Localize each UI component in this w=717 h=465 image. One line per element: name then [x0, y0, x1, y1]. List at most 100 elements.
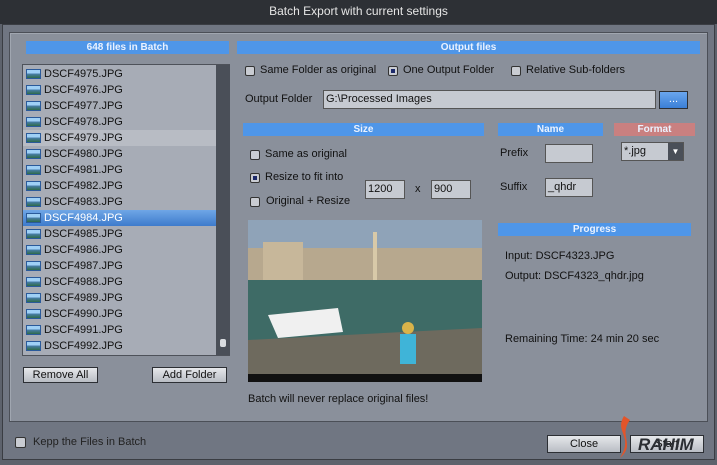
file-list-item[interactable]: DSCF4980.JPG	[23, 146, 216, 162]
preview-photo	[248, 220, 482, 382]
file-list-item[interactable]: DSCF4992.JPG	[23, 338, 216, 354]
file-list-item[interactable]: DSCF4989.JPG	[23, 290, 216, 306]
file-name: DSCF4985.JPG	[44, 228, 123, 240]
same-folder-checkbox[interactable]	[245, 66, 255, 76]
resize-fit-radio[interactable]	[250, 173, 260, 183]
file-list-item[interactable]: DSCF4990.JPG	[23, 306, 216, 322]
file-name: DSCF4978.JPG	[44, 116, 123, 128]
title-bar: Batch Export with current settings	[0, 0, 717, 24]
resize-fit-label: Resize to fit into	[265, 171, 344, 183]
image-file-icon	[26, 149, 41, 159]
one-folder-label: One Output Folder	[403, 64, 495, 76]
file-name: DSCF4988.JPG	[44, 276, 123, 288]
file-name: DSCF4977.JPG	[44, 100, 123, 112]
same-as-original-checkbox[interactable]	[250, 150, 260, 160]
image-file-icon	[26, 277, 41, 287]
output-header: Output files	[237, 41, 700, 54]
close-button[interactable]: Close	[547, 435, 621, 453]
file-name: DSCF4975.JPG	[44, 68, 123, 80]
format-value: *.jpg	[624, 145, 647, 157]
image-file-icon	[26, 293, 41, 303]
file-name: DSCF4981.JPG	[44, 164, 123, 176]
scrollbar[interactable]	[216, 65, 230, 355]
chevron-down-icon[interactable]: ▼	[668, 143, 683, 160]
file-list-item[interactable]: DSCF4975.JPG	[23, 66, 216, 82]
output-folder-input[interactable]: G:\Processed Images	[323, 90, 656, 109]
file-name: DSCF4987.JPG	[44, 260, 123, 272]
format-select[interactable]: *.jpg ▼	[621, 142, 684, 161]
size-header: Size	[243, 123, 484, 136]
file-list-item[interactable]: DSCF4977.JPG	[23, 98, 216, 114]
image-file-icon	[26, 181, 41, 191]
image-file-icon	[26, 197, 41, 207]
file-name: DSCF4979.JPG	[44, 132, 123, 144]
progress-output: Output: DSCF4323_qhdr.jpg	[505, 270, 644, 282]
progress-input: Input: DSCF4323.JPG	[505, 250, 615, 262]
remaining-time: Remaining Time: 24 min 20 sec	[505, 333, 660, 345]
file-list-item[interactable]: DSCF4981.JPG	[23, 162, 216, 178]
file-name: DSCF4986.JPG	[44, 244, 123, 256]
svg-text:RAHIM: RAHIM	[638, 435, 695, 454]
image-file-icon	[26, 261, 41, 271]
remove-all-button[interactable]: Remove All	[23, 367, 98, 383]
file-list[interactable]: DSCF4975.JPG DSCF4976.JPG DSCF4977.JPG DSCF…	[22, 64, 230, 356]
image-file-icon	[26, 325, 41, 335]
width-input[interactable]: 1200	[365, 180, 405, 199]
image-file-icon	[26, 101, 41, 111]
image-file-icon	[26, 117, 41, 127]
relative-subfolders-checkbox[interactable]	[511, 66, 521, 76]
file-name: DSCF4980.JPG	[44, 148, 123, 160]
file-list-item[interactable]: DSCF4987.JPG	[23, 258, 216, 274]
notice-text: Batch will never replace original files!	[248, 393, 429, 405]
file-list-item[interactable]: DSCF4978.JPG	[23, 114, 216, 130]
image-file-icon	[26, 85, 41, 95]
prefix-label: Prefix	[500, 147, 529, 159]
one-folder-radio[interactable]	[388, 66, 398, 76]
file-list-item[interactable]: DSCF4976.JPG	[23, 82, 216, 98]
batch-header: 648 files in Batch	[26, 41, 229, 54]
file-list-item[interactable]: DSCF4979.JPG	[23, 130, 216, 146]
name-header: Name	[498, 123, 603, 136]
watermark-logo: RAHIM	[612, 414, 717, 462]
file-name: DSCF4983.JPG	[44, 196, 123, 208]
file-list-item[interactable]: DSCF4985.JPG	[23, 226, 216, 242]
suffix-label: Suffix	[500, 181, 528, 193]
image-file-icon	[26, 229, 41, 239]
scrollbar-thumb[interactable]	[220, 339, 226, 347]
same-as-original-label: Same as original	[265, 148, 347, 160]
file-list-item[interactable]: DSCF4984.JPG	[23, 210, 216, 226]
output-folder-label: Output Folder	[245, 93, 313, 105]
file-list-item[interactable]: DSCF4988.JPG	[23, 274, 216, 290]
keep-files-checkbox[interactable]	[15, 437, 26, 448]
image-file-icon	[26, 309, 41, 319]
file-name: DSCF4991.JPG	[44, 324, 123, 336]
file-list-item[interactable]: DSCF4991.JPG	[23, 322, 216, 338]
original-resize-checkbox[interactable]	[250, 197, 260, 207]
suffix-input[interactable]: _qhdr	[545, 178, 593, 197]
file-name: DSCF4990.JPG	[44, 308, 123, 320]
height-input[interactable]: 900	[431, 180, 471, 199]
file-list-item[interactable]: DSCF4982.JPG	[23, 178, 216, 194]
image-file-icon	[26, 133, 41, 143]
image-file-icon	[26, 165, 41, 175]
file-list-item[interactable]: DSCF4983.JPG	[23, 194, 216, 210]
file-name: DSCF4992.JPG	[44, 340, 123, 352]
browse-button[interactable]: ...	[659, 91, 688, 109]
file-name: DSCF4976.JPG	[44, 84, 123, 96]
add-folder-button[interactable]: Add Folder	[152, 367, 227, 383]
image-file-icon	[26, 341, 41, 351]
original-resize-label: Original + Resize	[266, 195, 351, 207]
file-name: DSCF4982.JPG	[44, 180, 123, 192]
image-file-icon	[26, 245, 41, 255]
image-file-icon	[26, 213, 41, 223]
file-list-item[interactable]: DSCF4986.JPG	[23, 242, 216, 258]
preview-image	[248, 220, 482, 382]
prefix-input[interactable]	[545, 144, 593, 163]
file-name: DSCF4989.JPG	[44, 292, 123, 304]
window-title: Batch Export with current settings	[269, 4, 448, 18]
file-name: DSCF4984.JPG	[44, 212, 123, 224]
progress-header: Progress	[498, 223, 691, 236]
keep-files-label: Kepp the Files in Batch	[33, 436, 147, 448]
relative-subfolders-label: Relative Sub-folders	[526, 64, 626, 76]
times-label: x	[415, 183, 421, 195]
